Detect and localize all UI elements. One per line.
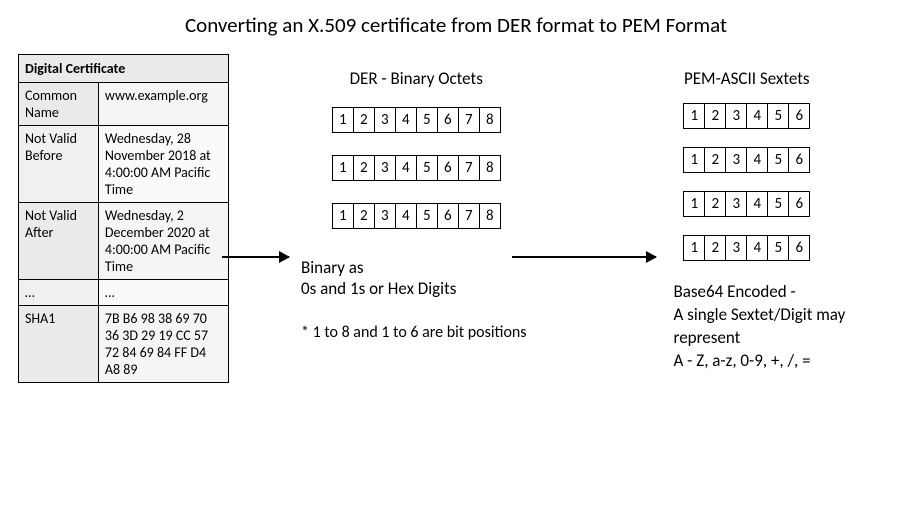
der-bit: 1 [332, 155, 354, 181]
pem-caption-line4: A - Z, a-z, 0-9, +, /, = [674, 350, 811, 371]
pem-bit: 2 [704, 235, 726, 261]
der-bit: 4 [395, 155, 417, 181]
pem-sextet-row: 1 2 3 4 5 6 [683, 191, 810, 217]
pem-column: PEM-ASCII Sextets 1 2 3 4 5 6 1 2 3 4 5 … [600, 54, 895, 383]
pem-bit-rows: 1 2 3 4 5 6 1 2 3 4 5 6 1 2 3 4 5 6 [600, 103, 895, 261]
cert-key-ellipsis: … [19, 280, 99, 306]
der-bit: 1 [332, 107, 354, 133]
der-bit: 3 [374, 203, 396, 229]
cert-val-sha1: 7B B6 98 38 69 70 36 3D 29 19 CC 57 72 8… [98, 306, 228, 383]
pem-caption: Base64 Encoded - A single Sextet/Digit m… [600, 281, 895, 373]
der-octet-row: 1 2 3 4 5 6 7 8 [332, 203, 501, 229]
pem-bit: 4 [746, 235, 768, 261]
der-bit: 3 [374, 107, 396, 133]
der-bit: 5 [416, 155, 438, 181]
pem-bit: 4 [746, 147, 768, 173]
cert-val-ellipsis: … [98, 280, 228, 306]
der-bit: 2 [353, 155, 375, 181]
pem-bit: 5 [767, 103, 789, 129]
pem-bit: 3 [725, 147, 747, 173]
der-octet-row: 1 2 3 4 5 6 7 8 [332, 155, 501, 181]
der-bit: 6 [437, 107, 459, 133]
der-caption-line1: Binary as [301, 257, 364, 278]
der-bit: 2 [353, 107, 375, 133]
cert-val-common-name: www.example.org [98, 83, 228, 126]
pem-title: PEM-ASCII Sextets [600, 68, 895, 89]
der-bit: 5 [416, 107, 438, 133]
pem-bit: 3 [725, 235, 747, 261]
arrow-right-icon [512, 256, 656, 258]
pem-bit: 6 [788, 147, 810, 173]
der-bit: 6 [437, 155, 459, 181]
cert-table-header: Digital Certificate [19, 55, 229, 83]
pem-bit: 6 [788, 235, 810, 261]
pem-bit: 1 [683, 147, 705, 173]
cert-key-not-valid-before: Not Valid Before [19, 126, 99, 203]
der-bit: 2 [353, 203, 375, 229]
cert-key-common-name: Common Name [19, 83, 99, 126]
cert-val-not-valid-after: Wednesday, 2 December 2020 at 4:00:00 AM… [98, 203, 228, 280]
arrow-right-icon [222, 256, 289, 258]
der-bit: 4 [395, 203, 417, 229]
pem-bit: 2 [704, 103, 726, 129]
pem-caption-line3: represent [674, 327, 741, 348]
der-bit: 7 [458, 155, 480, 181]
der-bit-rows: 1 2 3 4 5 6 7 8 1 2 3 4 5 6 7 8 1 2 [269, 107, 564, 229]
pem-bit: 5 [767, 191, 789, 217]
certificate-table: Digital Certificate Common Name www.exam… [18, 54, 229, 383]
diagram-body: Digital Certificate Common Name www.exam… [18, 54, 894, 383]
der-octet-row: 1 2 3 4 5 6 7 8 [332, 107, 501, 133]
pem-bit: 6 [788, 103, 810, 129]
pem-bit: 4 [746, 191, 768, 217]
pem-sextet-row: 1 2 3 4 5 6 [683, 235, 810, 261]
der-bit: 4 [395, 107, 417, 133]
der-title: DER - Binary Octets [269, 68, 564, 89]
pem-sextet-row: 1 2 3 4 5 6 [683, 103, 810, 129]
pem-caption-line1: Base64 Encoded - [674, 281, 796, 302]
der-bit: 3 [374, 155, 396, 181]
pem-caption-line2: A single Sextet/Digit may [674, 304, 846, 325]
pem-bit: 5 [767, 235, 789, 261]
pem-bit: 5 [767, 147, 789, 173]
cert-key-sha1: SHA1 [19, 306, 99, 383]
der-bit: 8 [479, 155, 501, 181]
pem-bit: 4 [746, 103, 768, 129]
der-caption-line2: 0s and 1s or Hex Digits [301, 278, 456, 299]
pem-bit: 1 [683, 103, 705, 129]
pem-bit: 2 [704, 191, 726, 217]
der-bit: 8 [479, 107, 501, 133]
pem-bit: 3 [725, 103, 747, 129]
der-bit: 6 [437, 203, 459, 229]
pem-bit: 6 [788, 191, 810, 217]
pem-bit: 1 [683, 235, 705, 261]
pem-bit: 1 [683, 191, 705, 217]
der-bit: 1 [332, 203, 354, 229]
der-bit: 7 [458, 107, 480, 133]
der-bit: 5 [416, 203, 438, 229]
pem-bit: 2 [704, 147, 726, 173]
pem-bit: 3 [725, 191, 747, 217]
der-caption: Binary as 0s and 1s or Hex Digits [269, 257, 564, 299]
der-column: DER - Binary Octets 1 2 3 4 5 6 7 8 1 2 … [269, 54, 564, 383]
der-bit: 7 [458, 203, 480, 229]
pem-sextet-row: 1 2 3 4 5 6 [683, 147, 810, 173]
page-title: Converting an X.509 certificate from DER… [18, 12, 894, 38]
cert-key-not-valid-after: Not Valid After [19, 203, 99, 280]
der-bit: 8 [479, 203, 501, 229]
cert-val-not-valid-before: Wednesday, 28 November 2018 at 4:00:00 A… [98, 126, 228, 203]
footnote: * 1 to 8 and 1 to 6 are bit positions [269, 323, 564, 342]
